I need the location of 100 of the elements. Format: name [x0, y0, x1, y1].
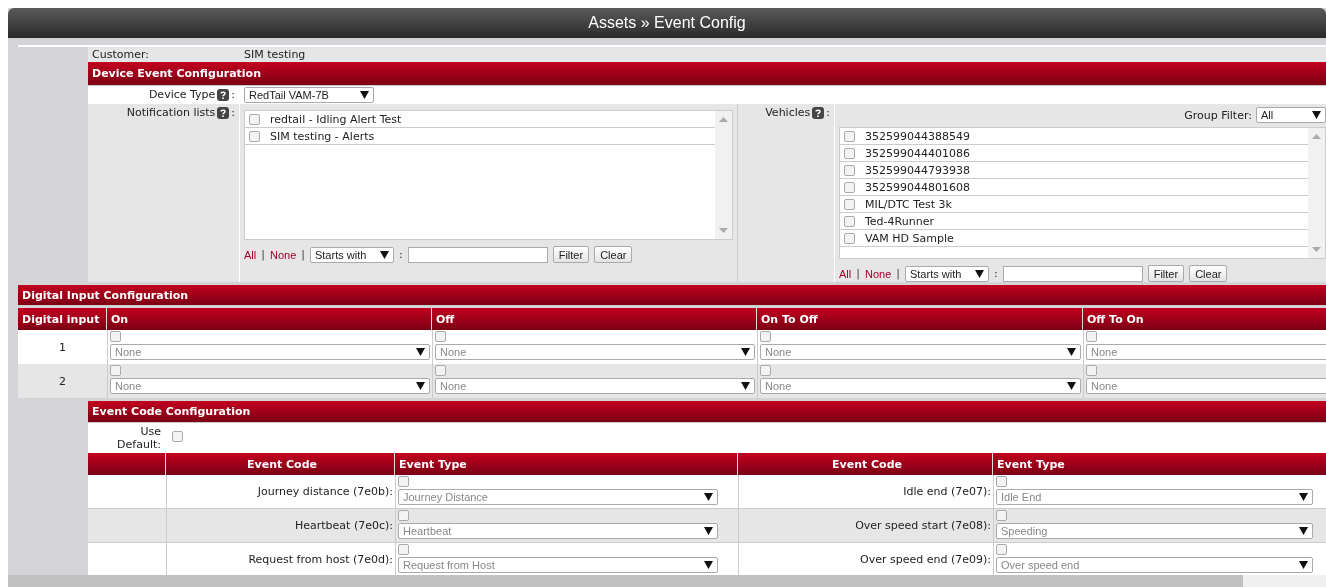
dropdown[interactable]: None	[1086, 378, 1326, 394]
filter-button[interactable]: Filter	[552, 246, 590, 263]
field-label: Use Default:	[116, 425, 161, 451]
colon: :	[398, 248, 403, 261]
dropdown[interactable]: None	[760, 344, 1081, 360]
caret-icon	[704, 561, 713, 569]
scroll-down-icon[interactable]	[1312, 247, 1321, 252]
column-header: Off To On	[1083, 308, 1326, 330]
list-item-label[interactable]: 352599044793938	[865, 163, 970, 177]
checkbox[interactable]	[844, 215, 855, 227]
column-header: Event Code	[166, 453, 395, 475]
colon: :	[231, 88, 235, 101]
dropdown[interactable]: All	[1256, 107, 1326, 123]
dropdown[interactable]: RedTail VAM-7B	[244, 87, 374, 103]
row-number: 1	[59, 340, 66, 354]
colon: :	[993, 267, 998, 280]
checkbox[interactable]	[1086, 365, 1097, 376]
checkbox[interactable]	[398, 510, 409, 521]
checkbox[interactable]	[996, 510, 1007, 521]
checkbox[interactable]	[996, 476, 1007, 487]
event-code-label: Over speed end (7e09):	[860, 553, 991, 566]
scroll-up-icon[interactable]	[719, 117, 728, 122]
list-item-label[interactable]: 352599044801608	[865, 180, 970, 194]
column-header: On To Off	[757, 308, 1083, 330]
section-header: Device Event Configuration	[88, 62, 1326, 86]
dropdown[interactable]: Over speed end	[996, 557, 1313, 573]
help-icon[interactable]	[812, 107, 825, 119]
field-label: Notification lists	[126, 106, 216, 119]
clear-button[interactable]: Clear	[594, 246, 633, 263]
caret-icon	[1299, 561, 1308, 569]
dropdown[interactable]: Idle End	[996, 489, 1313, 505]
list-item-label[interactable]: 352599044388549	[865, 129, 970, 143]
dropdown[interactable]: None	[1086, 344, 1326, 360]
scroll-down-icon[interactable]	[719, 228, 728, 233]
checkbox[interactable]	[760, 331, 771, 342]
dropdown[interactable]: None	[110, 344, 430, 360]
dropdown[interactable]: None	[435, 344, 755, 360]
separator: |	[896, 267, 900, 280]
column-header: Event Type	[993, 453, 1326, 475]
checkbox[interactable]	[760, 365, 771, 376]
dropdown[interactable]: Request from Host	[398, 557, 718, 573]
checkbox[interactable]	[844, 198, 855, 210]
caret-icon	[1299, 527, 1308, 535]
scrollbar[interactable]	[715, 111, 732, 239]
separator: |	[301, 248, 305, 261]
checkbox[interactable]	[398, 544, 409, 555]
clear-button[interactable]: Clear	[1189, 265, 1228, 282]
customer-value: SIM testing	[243, 47, 307, 62]
horizontal-scrollbar[interactable]	[8, 575, 1326, 587]
filter-field[interactable]	[407, 246, 548, 263]
field-label: Vehicles	[765, 106, 811, 119]
checkbox[interactable]	[435, 365, 446, 376]
help-icon[interactable]	[217, 107, 230, 119]
dropdown[interactable]: None	[760, 378, 1081, 394]
checkbox[interactable]	[249, 113, 260, 125]
list-item-label[interactable]: redtail - Idling Alert Test	[270, 112, 402, 126]
filter-button[interactable]: Filter	[1147, 265, 1185, 282]
select-none-link[interactable]: None	[864, 267, 892, 280]
checkbox[interactable]	[110, 331, 121, 342]
event-code-label: Heartbeat (7e0c):	[294, 519, 393, 532]
dropdown[interactable]: Starts with	[309, 246, 394, 263]
list-item-label[interactable]: VAM HD Sample	[865, 231, 954, 245]
dropdown[interactable]: Journey Distance	[398, 489, 718, 505]
column-header: Event Type	[395, 453, 738, 475]
dropdown[interactable]: None	[435, 378, 755, 394]
dropdown[interactable]: Starts with	[904, 265, 989, 282]
list-item-label[interactable]: 352599044401086	[865, 146, 970, 160]
list-item-label[interactable]: SIM testing - Alerts	[270, 129, 375, 143]
select-none-link[interactable]: None	[269, 248, 297, 261]
dropdown[interactable]: Heartbeat	[398, 523, 718, 539]
help-icon[interactable]	[217, 89, 230, 101]
caret-icon	[379, 250, 389, 259]
scrollbar[interactable]	[1308, 128, 1325, 258]
caret-icon	[360, 91, 369, 99]
checkbox[interactable]	[844, 164, 855, 176]
select-all-link[interactable]: All	[244, 248, 257, 261]
caret-icon	[1312, 111, 1321, 119]
checkbox[interactable]	[844, 181, 855, 193]
caret-icon	[741, 382, 750, 390]
customer-label: Customer:	[91, 47, 150, 62]
checkbox[interactable]	[398, 476, 409, 487]
checkbox[interactable]	[844, 232, 855, 244]
caret-icon	[1067, 348, 1076, 356]
dropdown[interactable]: None	[110, 378, 430, 394]
checkbox[interactable]	[844, 130, 855, 142]
checkbox[interactable]	[172, 431, 183, 442]
scroll-up-icon[interactable]	[1312, 134, 1321, 139]
select-all-link[interactable]: All	[839, 267, 852, 280]
dropdown[interactable]: Speeding	[996, 523, 1313, 539]
column-header: Off	[432, 308, 757, 330]
checkbox[interactable]	[844, 147, 855, 159]
list-item-label[interactable]: Ted-4Runner	[865, 214, 934, 228]
filter-field[interactable]	[1002, 265, 1143, 282]
event-code-label: Journey distance (7e0b):	[257, 485, 393, 498]
checkbox[interactable]	[249, 130, 260, 142]
checkbox[interactable]	[110, 365, 121, 376]
checkbox[interactable]	[435, 331, 446, 342]
checkbox[interactable]	[996, 544, 1007, 555]
checkbox[interactable]	[1086, 331, 1097, 342]
list-item-label[interactable]: MIL/DTC Test 3k	[865, 197, 952, 211]
